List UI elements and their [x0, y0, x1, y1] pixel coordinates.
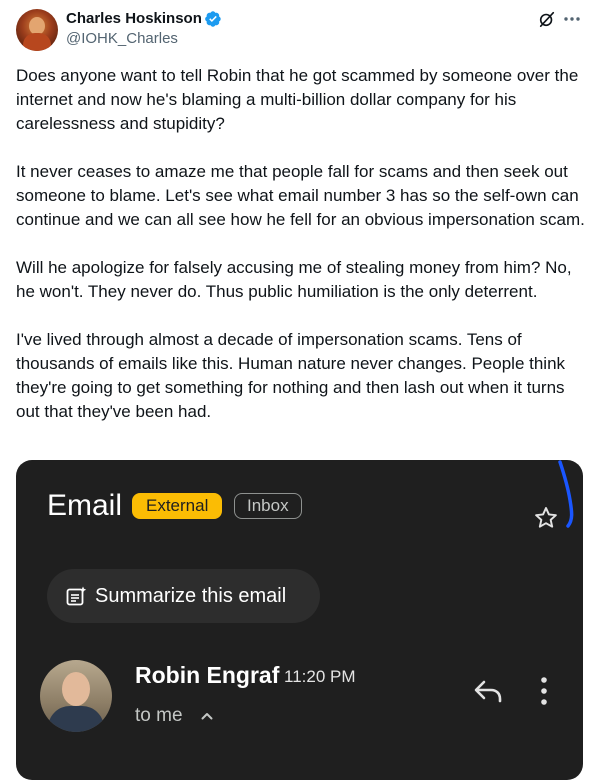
sender-avatar — [40, 660, 112, 732]
reply-icon — [474, 680, 502, 703]
summarize-label: Summarize this email — [95, 585, 287, 607]
tweet-media-image[interactable]: Email External Inbox Summarize this emai… — [16, 460, 583, 780]
sender-time: 11:20 PM — [284, 667, 356, 686]
author-avatar[interactable] — [16, 9, 58, 51]
author-name[interactable]: Charles Hoskinson — [66, 10, 202, 28]
kebab-icon — [541, 677, 547, 705]
summarize-button: Summarize this email — [47, 569, 320, 623]
sender-face — [62, 672, 90, 706]
tweet-paragraph: Will he apologize for falsely accusing m… — [16, 258, 577, 301]
author-handle[interactable]: @IOHK_Charles — [66, 30, 178, 48]
star-icon — [535, 507, 557, 528]
tweet-paragraph: I've lived through almost a decade of im… — [16, 330, 570, 421]
email-title: Email — [47, 489, 123, 522]
sender-shirt — [48, 706, 104, 732]
summarize-icon — [66, 586, 87, 606]
inbox-chip: Inbox — [234, 493, 302, 519]
chevron-up-icon — [201, 713, 213, 720]
tweet-paragraph: Does anyone want to tell Robin that he g… — [16, 66, 584, 133]
tweet-paragraph: It never ceases to amaze me that people … — [16, 162, 585, 229]
avatar-body — [23, 33, 51, 51]
external-chip: External — [132, 493, 223, 519]
more-icon[interactable] — [562, 9, 582, 29]
grok-icon[interactable] — [538, 10, 556, 28]
tweet-text: Does anyone want to tell Robin that he g… — [16, 64, 588, 448]
verified-badge-icon — [205, 11, 221, 27]
sender-name: Robin Engraf — [135, 662, 280, 688]
recipient-label: to me — [135, 705, 183, 726]
